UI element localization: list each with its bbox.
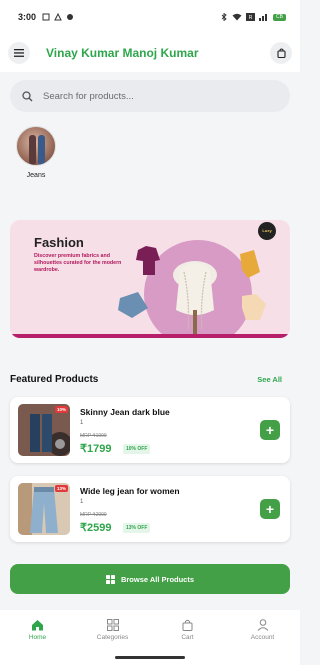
tab-home[interactable]: Home: [0, 610, 75, 665]
discount-label: 13% OFF: [123, 523, 151, 533]
bag-button[interactable]: [270, 42, 292, 64]
product-name: Skinny Jean dark blue: [80, 407, 170, 417]
gesture-handle: [115, 656, 185, 659]
cart-icon: [182, 619, 193, 631]
status-bar: 3:00 R CB: [0, 0, 300, 34]
notification-icon: [67, 14, 74, 20]
featured-header: Featured Products See All: [10, 374, 282, 385]
see-all-link[interactable]: See All: [257, 375, 282, 384]
product-price: ₹2599: [80, 522, 112, 534]
menu-icon: [14, 49, 24, 57]
product-mrp: MRP ₹1999: [80, 433, 107, 439]
grid-icon: [105, 574, 115, 584]
search-icon: [22, 90, 33, 101]
shopping-bag-icon: [276, 48, 286, 58]
discount-badge: 10%: [54, 406, 68, 413]
tab-account[interactable]: Account: [225, 610, 300, 665]
person-icon: [257, 619, 268, 631]
signal-icon: [259, 14, 267, 21]
banner-illustration: [118, 246, 266, 338]
search-input[interactable]: Search for products...: [43, 91, 134, 102]
discount-badge: 13%: [54, 485, 68, 492]
plus-icon: +: [265, 422, 275, 438]
discount-label: 10% OFF: [123, 444, 151, 454]
section-title: Featured Products: [10, 374, 99, 385]
product-card[interactable]: 10% Skinny Jean dark blue 1 MRP ₹1999 ₹1…: [10, 397, 290, 463]
product-card[interactable]: 13% Wide leg jean for women 1 MRP ₹2999 …: [10, 476, 290, 542]
promo-banner[interactable]: Fashion Discover premium fabrics and sil…: [10, 220, 290, 338]
product-image: 13%: [18, 483, 70, 535]
battery-icon: CB: [273, 13, 286, 21]
category-label: Jeans: [26, 172, 46, 179]
grid-icon: [106, 619, 119, 631]
page-title: Vinay Kumar Manoj Kumar: [46, 46, 199, 60]
bluetooth-icon: [221, 13, 227, 21]
add-to-cart-button[interactable]: +: [260, 499, 280, 519]
product-name: Wide leg jean for women: [80, 486, 180, 496]
browse-label: Browse All Products: [120, 574, 195, 584]
notification-icon: [42, 13, 50, 21]
category-item-jeans[interactable]: Jeans: [14, 126, 58, 179]
signal-icon: R: [246, 13, 255, 21]
product-quantity: 1: [80, 499, 84, 505]
product-mrp: MRP ₹2999: [80, 512, 107, 518]
notification-icon: [54, 13, 62, 21]
wifi-icon: [232, 13, 242, 21]
add-to-cart-button[interactable]: +: [260, 420, 280, 440]
plus-icon: +: [265, 501, 275, 517]
status-time: 3:00: [18, 12, 37, 22]
menu-button[interactable]: [8, 42, 30, 64]
home-icon: [32, 620, 43, 631]
product-quantity: 1: [80, 420, 84, 426]
svg-text:R: R: [249, 15, 253, 21]
product-image: 10%: [18, 404, 70, 456]
category-image: [16, 126, 56, 166]
product-price: ₹1799: [80, 443, 112, 455]
app-header: Vinay Kumar Manoj Kumar: [0, 34, 300, 72]
browse-all-button[interactable]: Browse All Products: [10, 564, 290, 594]
search-bar[interactable]: Search for products...: [10, 80, 290, 112]
